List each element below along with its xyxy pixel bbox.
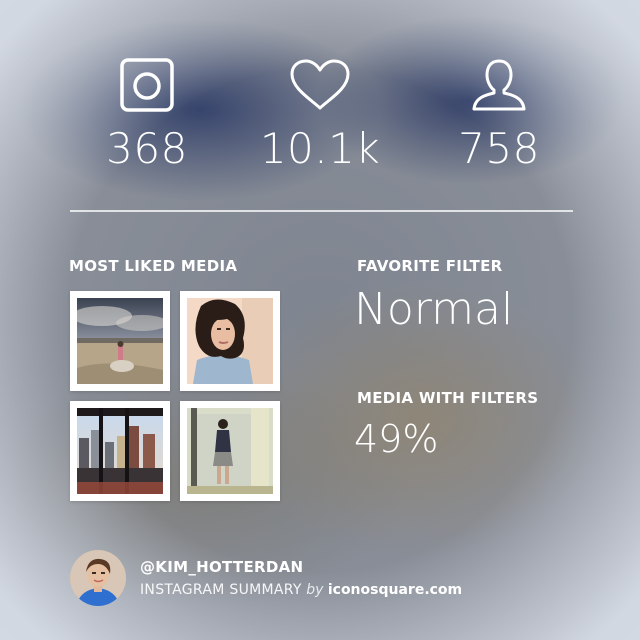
summary-line: INSTAGRAM SUMMARY by iconosquare.com bbox=[140, 582, 462, 598]
avatar[interactable] bbox=[70, 550, 126, 606]
section-divider bbox=[70, 210, 573, 212]
instagram-camera-icon bbox=[62, 56, 232, 114]
desert-landscape-photo[interactable] bbox=[70, 291, 170, 391]
media-count-stat: 368 bbox=[62, 56, 232, 170]
username: @KIM_HOTTERDAN bbox=[140, 558, 304, 576]
user-icon bbox=[414, 56, 584, 114]
followers-count-stat: 758 bbox=[414, 56, 584, 170]
mirror-selfie-photo[interactable] bbox=[180, 401, 280, 501]
iconosquare-link[interactable]: iconosquare.com bbox=[328, 582, 462, 598]
summary-label: INSTAGRAM SUMMARY bbox=[140, 582, 302, 598]
media-with-filters-value: 49% bbox=[354, 417, 439, 461]
likes-count-value: 10.1k bbox=[259, 124, 381, 173]
followers-count-value: 758 bbox=[458, 124, 540, 173]
curly-hair-selfie-photo[interactable] bbox=[180, 291, 280, 391]
city-window-view-photo[interactable] bbox=[70, 401, 170, 501]
media-with-filters-label: MEDIA WITH FILTERS bbox=[357, 389, 539, 407]
media-count-value: 368 bbox=[106, 124, 188, 173]
favorite-filter-value: Normal bbox=[354, 284, 514, 335]
summary-by: by bbox=[306, 582, 324, 598]
likes-count-stat: 10.1k bbox=[235, 56, 405, 170]
favorite-filter-label: FAVORITE FILTER bbox=[357, 257, 503, 275]
heart-icon bbox=[235, 56, 405, 114]
most-liked-media-label: MOST LIKED MEDIA bbox=[69, 257, 238, 275]
